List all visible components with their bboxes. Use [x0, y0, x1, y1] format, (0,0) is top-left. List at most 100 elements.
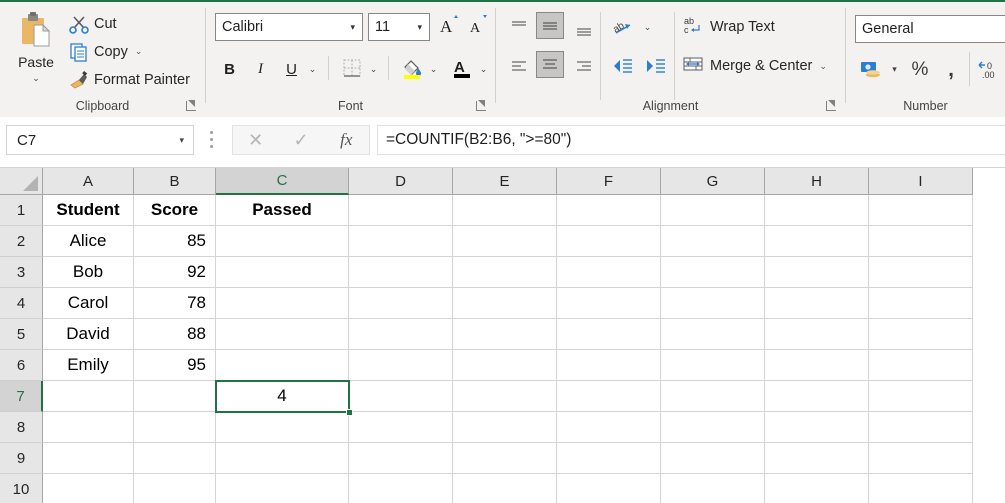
cell-D2[interactable] [349, 226, 453, 257]
cell-A6[interactable]: Emily [43, 350, 134, 381]
cell-E7[interactable] [453, 381, 557, 412]
cell-E2[interactable] [453, 226, 557, 257]
row-header-6[interactable]: 6 [0, 350, 43, 381]
column-header-g[interactable]: G [661, 168, 765, 195]
cell-H1[interactable] [765, 195, 869, 226]
row-header-2[interactable]: 2 [0, 226, 43, 257]
decrease-font-size-button[interactable]: A [464, 13, 492, 41]
orientation-caret-icon[interactable]: ⌄ [640, 14, 655, 41]
formula-input[interactable]: =COUNTIF(B2:B6, ">=80") [377, 125, 1005, 155]
cell-C5[interactable] [216, 319, 349, 350]
font-size-input[interactable]: 11 ▾ [368, 13, 430, 41]
decrease-decimal-button[interactable]: 0 .00 [976, 56, 1005, 83]
cell-H4[interactable] [765, 288, 869, 319]
cancel-formula-button[interactable]: ✕ [233, 126, 278, 154]
cell-A8[interactable] [43, 412, 134, 443]
column-header-c[interactable]: C [216, 168, 349, 195]
cell-C1[interactable]: Passed [216, 195, 349, 226]
wrap-text-button[interactable]: ab c Wrap Text [682, 13, 817, 41]
cell-B5[interactable]: 88 [134, 319, 216, 350]
column-header-e[interactable]: E [453, 168, 557, 195]
cell-D4[interactable] [349, 288, 453, 319]
percent-format-button[interactable]: % [906, 56, 934, 83]
cell-B9[interactable] [134, 443, 216, 474]
row-header-3[interactable]: 3 [0, 257, 43, 288]
column-header-i[interactable]: I [869, 168, 973, 195]
copy-button[interactable]: Copy ⌄ [68, 38, 176, 65]
cell-H2[interactable] [765, 226, 869, 257]
bottom-align-button[interactable] [570, 14, 598, 41]
cell-E3[interactable] [453, 257, 557, 288]
cell-G2[interactable] [661, 226, 765, 257]
cell-E8[interactable] [453, 412, 557, 443]
cell-H7[interactable] [765, 381, 869, 412]
font-color-button[interactable]: A [448, 56, 475, 83]
column-header-h[interactable]: H [765, 168, 869, 195]
cell-F2[interactable] [557, 226, 661, 257]
align-center-button[interactable] [536, 51, 564, 78]
cell-F9[interactable] [557, 443, 661, 474]
cell-F1[interactable] [557, 195, 661, 226]
cell-F3[interactable] [557, 257, 661, 288]
cell-B4[interactable]: 78 [134, 288, 216, 319]
cell-H10[interactable] [765, 474, 869, 503]
fill-handle[interactable] [346, 409, 353, 416]
paste-button[interactable]: Paste ⌄ [8, 8, 64, 94]
name-box[interactable]: C7 ▾ [6, 125, 194, 155]
cell-H5[interactable] [765, 319, 869, 350]
name-box-caret-icon[interactable]: ▾ [179, 135, 184, 146]
row-header-7[interactable]: 7 [0, 381, 43, 412]
cell-I4[interactable] [869, 288, 973, 319]
cell-G6[interactable] [661, 350, 765, 381]
cell-B2[interactable]: 85 [134, 226, 216, 257]
cell-C2[interactable] [216, 226, 349, 257]
merge-center-caret-icon[interactable]: ⌄ [819, 61, 827, 72]
number-format-select[interactable]: General [855, 15, 1005, 43]
alignment-dialog-launcher[interactable] [825, 100, 837, 112]
cell-C9[interactable] [216, 443, 349, 474]
cell-H6[interactable] [765, 350, 869, 381]
insert-function-button[interactable]: fx [324, 126, 369, 154]
cell-G5[interactable] [661, 319, 765, 350]
cell-B10[interactable] [134, 474, 216, 503]
cell-I6[interactable] [869, 350, 973, 381]
italic-button[interactable]: I [247, 56, 274, 83]
borders-caret-icon[interactable]: ⌄ [366, 56, 381, 83]
cell-A1[interactable]: Student [43, 195, 134, 226]
font-name-input[interactable]: Calibri ▾ [215, 13, 363, 41]
column-header-f[interactable]: F [557, 168, 661, 195]
cell-E5[interactable] [453, 319, 557, 350]
cell-F4[interactable] [557, 288, 661, 319]
row-header-4[interactable]: 4 [0, 288, 43, 319]
comma-format-button[interactable]: , [939, 56, 963, 83]
row-header-5[interactable]: 5 [0, 319, 43, 350]
row-header-8[interactable]: 8 [0, 412, 43, 443]
cell-F5[interactable] [557, 319, 661, 350]
row-header-1[interactable]: 1 [0, 195, 43, 226]
orientation-button[interactable]: ab [609, 14, 639, 41]
font-dialog-launcher[interactable] [475, 100, 487, 112]
cell-A5[interactable]: David [43, 319, 134, 350]
cell-D10[interactable] [349, 474, 453, 503]
cell-D7[interactable] [349, 381, 453, 412]
cell-G3[interactable] [661, 257, 765, 288]
font-size-caret-icon[interactable]: ▾ [417, 22, 422, 33]
accounting-caret-icon[interactable]: ▾ [887, 56, 902, 83]
middle-align-button[interactable] [536, 12, 564, 39]
cell-E9[interactable] [453, 443, 557, 474]
cell-A7[interactable] [43, 381, 134, 412]
paste-dropdown-caret[interactable]: ⌄ [8, 74, 64, 83]
cell-C7[interactable]: 4 [216, 381, 349, 412]
align-right-button[interactable] [570, 53, 598, 80]
cell-A9[interactable] [43, 443, 134, 474]
column-header-a[interactable]: A [43, 168, 134, 195]
cell-F8[interactable] [557, 412, 661, 443]
cell-A2[interactable]: Alice [43, 226, 134, 257]
row-header-10[interactable]: 10 [0, 474, 43, 503]
cell-G8[interactable] [661, 412, 765, 443]
cell-C4[interactable] [216, 288, 349, 319]
cell-G4[interactable] [661, 288, 765, 319]
cell-G9[interactable] [661, 443, 765, 474]
cell-I7[interactable] [869, 381, 973, 412]
cell-C6[interactable] [216, 350, 349, 381]
